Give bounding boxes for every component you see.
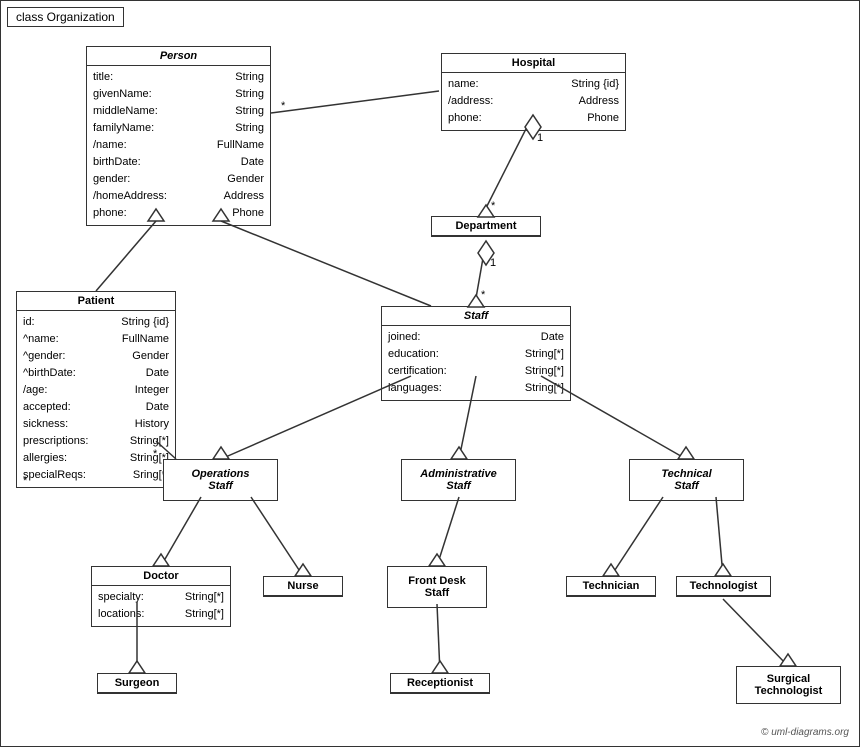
class-hospital-body: name:String {id} /address:Address phone:… xyxy=(442,73,625,130)
svg-text:*: * xyxy=(281,100,286,112)
class-surgical-technologist: SurgicalTechnologist xyxy=(736,666,841,704)
class-front-desk-staff-header: Front DeskStaff xyxy=(388,567,486,607)
class-patient-header: Patient xyxy=(17,292,175,311)
svg-text:1: 1 xyxy=(537,132,543,144)
class-surgeon-header: Surgeon xyxy=(98,674,176,693)
uml-diagram: class Organization Person title:String g… xyxy=(0,0,860,747)
class-doctor-header: Doctor xyxy=(92,567,230,586)
class-staff: Staff joined:Date education:String[*] ce… xyxy=(381,306,571,401)
class-person: Person title:String givenName:String mid… xyxy=(86,46,271,226)
class-technical-staff-header: TechnicalStaff xyxy=(630,460,743,500)
class-surgeon: Surgeon xyxy=(97,673,177,694)
class-staff-body: joined:Date education:String[*] certific… xyxy=(382,326,570,400)
class-hospital: Hospital name:String {id} /address:Addre… xyxy=(441,53,626,131)
svg-text:*: * xyxy=(491,200,496,212)
class-hospital-header: Hospital xyxy=(442,54,625,73)
class-operations-staff-header: OperationsStaff xyxy=(164,460,277,500)
class-patient-body: id:String {id} ^name:FullName ^gender:Ge… xyxy=(17,311,175,487)
class-doctor-body: specialty:String[*] locations:String[*] xyxy=(92,586,230,626)
class-doctor: Doctor specialty:String[*] locations:Str… xyxy=(91,566,231,627)
class-administrative-staff-header: AdministrativeStaff xyxy=(402,460,515,500)
class-person-header: Person xyxy=(87,47,270,66)
class-operations-staff: OperationsStaff xyxy=(163,459,278,501)
diagram-title: class Organization xyxy=(7,7,124,27)
class-surgical-technologist-header: SurgicalTechnologist xyxy=(737,667,840,703)
class-technologist-header: Technologist xyxy=(677,577,770,596)
class-person-body: title:String givenName:String middleName… xyxy=(87,66,270,225)
class-department: Department xyxy=(431,216,541,237)
class-technologist: Technologist xyxy=(676,576,771,597)
class-patient: Patient id:String {id} ^name:FullName ^g… xyxy=(16,291,176,488)
class-staff-header: Staff xyxy=(382,307,570,326)
class-technician: Technician xyxy=(566,576,656,597)
copyright-text: © uml-diagrams.org xyxy=(761,727,849,738)
class-nurse: Nurse xyxy=(263,576,343,597)
class-receptionist: Receptionist xyxy=(390,673,490,694)
class-administrative-staff: AdministrativeStaff xyxy=(401,459,516,501)
class-nurse-header: Nurse xyxy=(264,577,342,596)
class-technical-staff: TechnicalStaff xyxy=(629,459,744,501)
class-front-desk-staff: Front DeskStaff xyxy=(387,566,487,608)
class-technician-header: Technician xyxy=(567,577,655,596)
class-department-header: Department xyxy=(432,217,540,236)
svg-text:*: * xyxy=(481,289,486,301)
class-receptionist-header: Receptionist xyxy=(391,674,489,693)
svg-text:1: 1 xyxy=(490,257,496,269)
